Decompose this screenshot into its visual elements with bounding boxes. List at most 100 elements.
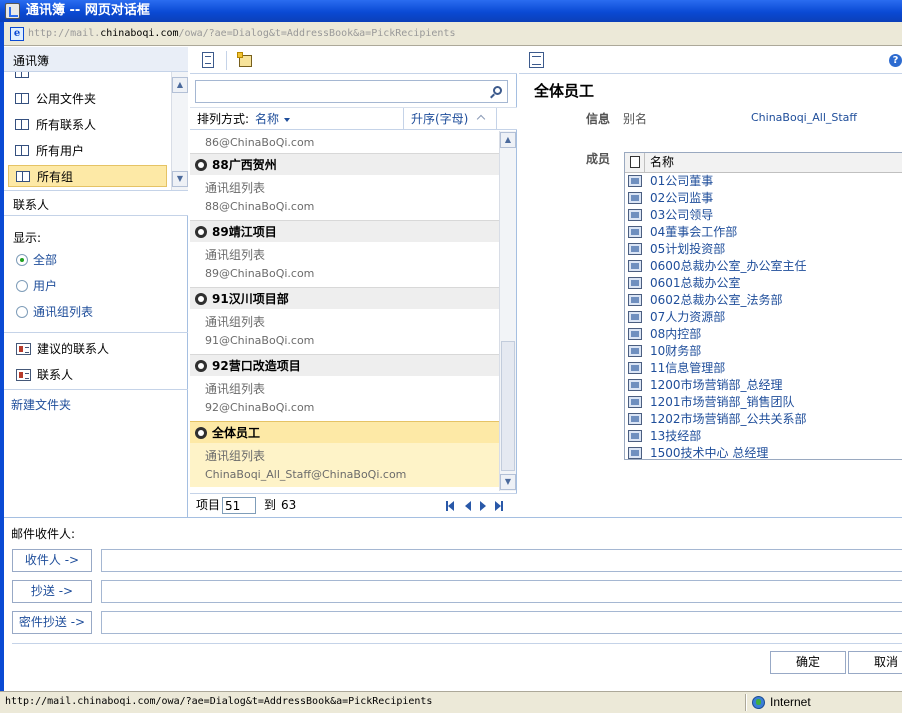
list-item-type: 通讯组列表 (205, 449, 266, 463)
item-name: 88广西贺州 (212, 158, 277, 172)
sort-order-toggle[interactable]: 升序(字母) (411, 108, 468, 130)
scroll-up-arrow[interactable]: ▲ (172, 77, 188, 93)
suggested-contacts-link[interactable]: 建议的联系人 (13, 338, 109, 360)
list-item[interactable]: 91汉川项目部 通讯组列表 91@ChinaBoQi.com (190, 287, 499, 354)
last-page-icon[interactable] (495, 501, 503, 511)
ok-button[interactable]: 确定 (770, 651, 846, 674)
help-icon[interactable]: ? (889, 54, 902, 67)
filter-groups-radio[interactable]: 通讯组列表 (16, 303, 93, 321)
folder-public[interactable]: 公用文件夹 (8, 88, 167, 110)
properties-icon[interactable] (529, 52, 544, 68)
member-row[interactable]: 11信息管理部 (625, 360, 902, 377)
cc-button[interactable]: 抄送 -> (12, 580, 92, 603)
search-input[interactable] (195, 80, 508, 103)
filter-label: 全部 (33, 253, 58, 267)
to-field[interactable] (101, 549, 902, 572)
member-row[interactable]: 0602总裁办公室_法务部 (625, 292, 902, 309)
member-name: 03公司领导 (650, 208, 714, 222)
member-row[interactable]: 08内控部 (625, 326, 902, 343)
pager: 项目 到 63 (190, 493, 517, 517)
member-row[interactable]: 07人力资源部 (625, 309, 902, 326)
member-row[interactable]: 03公司领导 (625, 207, 902, 224)
filter-users-radio[interactable]: 用户 (16, 277, 57, 295)
folder-all-contacts[interactable]: 所有联系人 (8, 114, 167, 136)
bcc-field[interactable] (101, 611, 902, 634)
folder-all-users[interactable]: 所有用户 (8, 140, 167, 162)
recipient-list-pane: 排列方式: 名称 升序(字母) 86@ChinaBoQi.com 88广西贺州 … (190, 47, 517, 517)
filter-label: 通讯组列表 (33, 305, 94, 319)
next-page-icon[interactable] (480, 501, 486, 511)
document-icon (630, 156, 640, 168)
list-item-type: 通讯组列表 (205, 248, 266, 262)
sort-ascending-icon[interactable] (476, 114, 486, 124)
radio-dot (16, 254, 28, 266)
scroll-thumb[interactable] (501, 341, 515, 471)
list-item[interactable]: 89靖江项目 通讯组列表 89@ChinaBoQi.com (190, 220, 499, 287)
member-row[interactable]: 02公司监事 (625, 190, 902, 207)
member-row[interactable]: 04董事会工作部 (625, 224, 902, 241)
list-item-selected[interactable]: 全体员工 通讯组列表 ChinaBoqi_All_Staff@ChinaBoQi… (190, 421, 499, 488)
group-icon (628, 328, 642, 340)
toolbar-separator (226, 51, 227, 70)
bcc-button[interactable]: 密件抄送 -> (12, 611, 92, 634)
member-name: 1500技术中心 总经理 (650, 446, 769, 460)
group-icon (628, 345, 642, 357)
member-row[interactable]: 1500技术中心 总经理 (625, 445, 902, 460)
folders-scrollbar[interactable]: ▲ ▼ (171, 72, 188, 190)
alias-value: ChinaBoqi_All_Staff (751, 111, 857, 124)
address-book-icon (15, 119, 29, 130)
list-scrollbar[interactable]: ▲ ▼ (499, 131, 516, 491)
list-item-email: 92@ChinaBoQi.com (205, 401, 315, 414)
address-book-icon (15, 72, 29, 78)
new-folder-link[interactable]: 新建文件夹 (11, 396, 71, 413)
member-name: 07人力资源部 (650, 310, 726, 324)
member-row[interactable]: 0601总裁办公室 (625, 275, 902, 292)
member-row[interactable]: 05计划投资部 (625, 241, 902, 258)
contacts-link[interactable]: 联系人 (13, 364, 73, 386)
cancel-button[interactable]: 取消 (848, 651, 902, 674)
folder-all-groups[interactable]: 所有组 (8, 165, 167, 187)
contact-card-icon (16, 369, 31, 381)
members-header[interactable]: 名称 (625, 153, 902, 173)
scroll-down-arrow[interactable]: ▼ (172, 171, 188, 187)
member-row[interactable]: 0600总裁办公室_办公室主任 (625, 258, 902, 275)
scroll-up-arrow[interactable]: ▲ (500, 132, 516, 148)
member-name: 13技经部 (650, 429, 702, 443)
address-book-icon[interactable] (200, 52, 218, 69)
first-page-icon[interactable] (446, 501, 454, 511)
member-name: 05计划投资部 (650, 242, 726, 256)
member-row[interactable]: 1201市场营销部_销售团队 (625, 394, 902, 411)
cc-field[interactable] (101, 580, 902, 603)
member-name: 08内控部 (650, 327, 702, 341)
to-button[interactable]: 收件人 -> (12, 549, 92, 572)
url-domain: chinaboqi.com (100, 28, 179, 39)
member-row[interactable]: 01公司董事 (625, 173, 902, 190)
filter-all-radio[interactable]: 全部 (16, 251, 57, 269)
new-contact-icon[interactable] (237, 52, 255, 69)
info-label: 信息 (586, 112, 611, 126)
list-item-name: 91汉川项目部 (190, 287, 499, 309)
detail-pane: ? 全体员工 信息 别名 ChinaBoqi_All_Staff 成员 名称 0… (519, 47, 902, 517)
previous-page-icon[interactable] (465, 501, 471, 511)
folder-item-partial[interactable] (8, 72, 167, 84)
group-icon (628, 362, 642, 374)
group-icon (628, 277, 642, 289)
group-icon (628, 447, 642, 459)
list-item-type: 通讯组列表 (205, 315, 266, 329)
list-item[interactable]: 92营口改造项目 通讯组列表 92@ChinaBoQi.com (190, 354, 499, 421)
list-item-name: 89靖江项目 (190, 220, 499, 242)
scroll-down-arrow[interactable]: ▼ (500, 474, 516, 490)
page-item-input[interactable] (222, 497, 256, 514)
member-row[interactable]: 10财务部 (625, 343, 902, 360)
member-row[interactable]: 1200市场营销部_总经理 (625, 377, 902, 394)
address-bar: e http://mail.chinaboqi.com/owa/?ae=Dialo… (4, 22, 902, 46)
search-icon[interactable] (493, 86, 502, 95)
list-item[interactable]: 88广西贺州 通讯组列表 88@ChinaBoQi.com (190, 153, 499, 220)
sort-by-dropdown[interactable]: 名称 (255, 108, 290, 130)
member-row[interactable]: 1202市场营销部_公共关系部 (625, 411, 902, 428)
list-item-email-partial: 86@ChinaBoQi.com (205, 136, 315, 149)
address-book-header: 通讯簿 (4, 47, 188, 72)
group-icon (628, 294, 642, 306)
member-row[interactable]: 13技经部 (625, 428, 902, 445)
member-name: 04董事会工作部 (650, 225, 738, 239)
